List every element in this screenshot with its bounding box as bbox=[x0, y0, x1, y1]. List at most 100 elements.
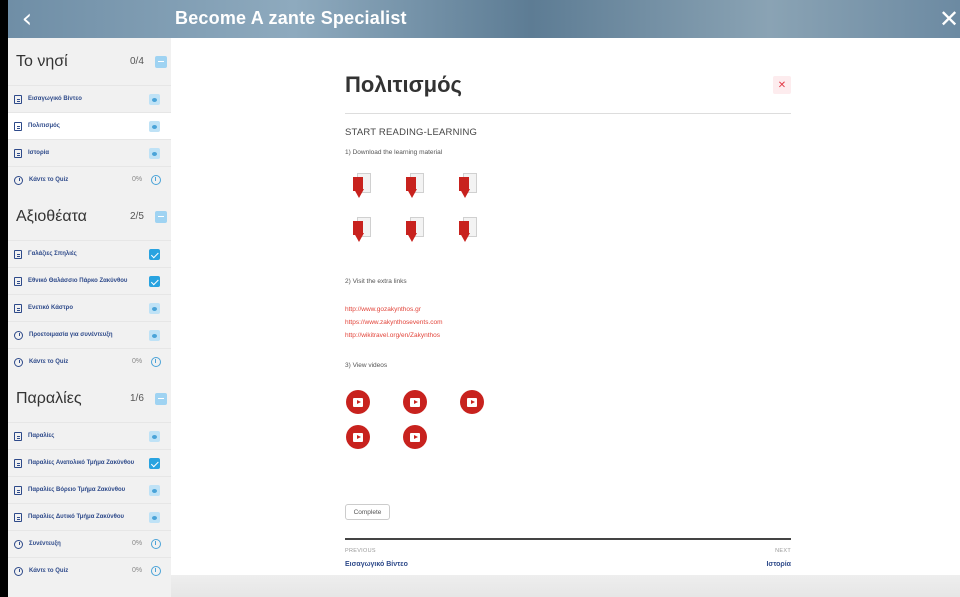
lesson-item[interactable]: Ιστορία bbox=[8, 139, 171, 166]
eye-icon bbox=[149, 148, 160, 159]
course-title: Become A zante Specialist bbox=[175, 8, 407, 28]
pdf-download-icon[interactable] bbox=[459, 217, 479, 245]
step-videos: 3) View videos bbox=[345, 362, 388, 369]
previous-caption: PREVIOUS bbox=[345, 548, 376, 554]
curriculum-sidebar: Το νησί 0/4 Εισαγωγικό Βίντεο Πολιτισμός Ιστ… bbox=[8, 38, 171, 597]
lesson-item[interactable]: Συνέντευξη 0% bbox=[8, 530, 171, 557]
lesson-item[interactable]: Πολιτισμός bbox=[8, 112, 171, 139]
pdf-download-icon[interactable] bbox=[353, 173, 373, 201]
divider bbox=[345, 113, 791, 114]
check-icon bbox=[149, 249, 160, 260]
document-icon bbox=[14, 249, 22, 259]
complete-button[interactable]: Complete bbox=[345, 504, 390, 520]
previous-lesson-link[interactable]: Εισαγωγικό Βίντεο bbox=[345, 561, 408, 568]
document-icon bbox=[14, 512, 22, 522]
nav-divider bbox=[345, 538, 791, 540]
document-icon bbox=[14, 276, 22, 286]
lesson-item[interactable]: Κάντε το Quiz 0% bbox=[8, 348, 171, 375]
pdf-download-icon[interactable] bbox=[459, 173, 479, 201]
lesson-label: Παραλίες Βόρειο Τμήμα Ζακύνθου bbox=[28, 487, 126, 493]
video-play-icon[interactable] bbox=[346, 390, 370, 414]
clock-icon bbox=[14, 175, 23, 185]
lesson-label: Συνέντευξη bbox=[29, 541, 61, 547]
clock-icon bbox=[151, 175, 161, 185]
lesson-label: Εισαγωγικό Βίντεο bbox=[28, 96, 82, 102]
lesson-label: Γαλάζιες Σπηλιές bbox=[28, 251, 77, 257]
lesson-label: Κάντε το Quiz bbox=[29, 568, 69, 574]
clock-icon bbox=[14, 330, 23, 340]
start-heading: START READING-LEARNING bbox=[345, 127, 478, 138]
collapse-icon[interactable] bbox=[155, 210, 167, 223]
lesson-label: Κάντε το Quiz bbox=[29, 177, 69, 183]
lesson-item[interactable]: Παραλίες Ανατολικό Τμήμα Ζακύνθου bbox=[8, 449, 171, 476]
check-icon bbox=[149, 276, 160, 287]
section-header[interactable]: Αξιοθέατα 2/5 bbox=[8, 193, 171, 240]
lesson-label: Παραλίες Ανατολικό Τμήμα Ζακύνθου bbox=[28, 460, 135, 466]
lesson-item[interactable]: Εισαγωγικό Βίντεο bbox=[8, 85, 171, 112]
check-icon bbox=[149, 458, 160, 469]
section-title: Το νησί bbox=[16, 52, 68, 70]
back-button[interactable]: ‹ bbox=[8, 0, 46, 38]
lesson-label: Παραλίες Δυτικό Τμήμα Ζακύνθου bbox=[28, 514, 124, 520]
eye-icon bbox=[149, 512, 160, 523]
step-download: 1) Download the learning material bbox=[345, 149, 443, 156]
section-progress: 1/6 bbox=[130, 393, 144, 404]
collapse-icon[interactable] bbox=[155, 55, 167, 68]
lesson-item[interactable]: Παραλίες Δυτικό Τμήμα Ζακύνθου bbox=[8, 503, 171, 530]
clock-icon bbox=[14, 539, 23, 549]
lesson-item[interactable]: Παραλίες bbox=[8, 422, 171, 449]
lesson-label: Ιστορία bbox=[28, 150, 50, 156]
extra-link[interactable]: http://www.gozakynthos.gr bbox=[345, 306, 421, 313]
collapse-icon[interactable] bbox=[155, 392, 167, 405]
lesson-label: Ενετικό Κάστρο bbox=[28, 305, 74, 311]
video-play-icon[interactable] bbox=[403, 390, 427, 414]
page-title: Πολιτισμός bbox=[345, 72, 462, 97]
lesson-panel: Πολιτισμός ✕ START READING-LEARNING 1) D… bbox=[171, 38, 960, 597]
section-progress: 2/5 bbox=[130, 211, 144, 222]
lesson-label: Πολιτισμός bbox=[28, 123, 60, 129]
pdf-download-icon[interactable] bbox=[353, 217, 373, 245]
top-bar: ‹ Become A zante Specialist ✕ bbox=[8, 0, 960, 38]
next-lesson-link[interactable]: Ιστορία bbox=[766, 561, 791, 568]
video-play-icon[interactable] bbox=[460, 390, 484, 414]
section-title: Παραλίες bbox=[16, 389, 82, 407]
lesson-item[interactable]: Προετοιμασία για συνέντευξη bbox=[8, 321, 171, 348]
clock-icon bbox=[151, 566, 161, 576]
pdf-download-icon[interactable] bbox=[406, 173, 426, 201]
eye-icon bbox=[149, 330, 160, 341]
pdf-download-icon[interactable] bbox=[406, 217, 426, 245]
section-progress: 0/4 bbox=[130, 56, 144, 67]
section-header[interactable]: Το νησί 0/4 bbox=[8, 38, 171, 85]
eye-icon bbox=[149, 431, 160, 442]
document-icon bbox=[14, 485, 22, 495]
section-title: Αξιοθέατα bbox=[16, 207, 87, 225]
lesson-item[interactable]: Εθνικό Θαλάσσιο Πάρκο Ζακύνθου bbox=[8, 267, 171, 294]
document-icon bbox=[14, 121, 22, 131]
lesson-item[interactable]: Παραλίες Βόρειο Τμήμα Ζακύνθου bbox=[8, 476, 171, 503]
video-play-icon[interactable] bbox=[403, 425, 427, 449]
lesson-label: Προετοιμασία για συνέντευξη bbox=[29, 332, 113, 338]
video-play-icon[interactable] bbox=[346, 425, 370, 449]
document-icon bbox=[14, 431, 22, 441]
quiz-progress: 0% bbox=[132, 176, 143, 183]
document-icon bbox=[14, 303, 22, 313]
lesson-item[interactable]: Γαλάζιες Σπηλιές bbox=[8, 240, 171, 267]
lesson-label: Παραλίες bbox=[28, 433, 55, 439]
eye-icon bbox=[149, 485, 160, 496]
quiz-progress: 0% bbox=[132, 358, 143, 365]
lesson-item[interactable]: Κάντε το Quiz 0% bbox=[8, 166, 171, 193]
quiz-progress: 0% bbox=[132, 567, 143, 574]
lesson-item[interactable]: Κάντε το Quiz 0% bbox=[8, 557, 171, 584]
section-header[interactable]: Παραλίες 1/6 bbox=[8, 375, 171, 422]
clock-icon bbox=[151, 357, 161, 367]
clock-icon bbox=[14, 566, 23, 576]
pdf-downloads bbox=[353, 173, 493, 253]
next-caption: NEXT bbox=[775, 548, 791, 554]
close-course-button[interactable]: ✕ bbox=[938, 0, 960, 38]
extra-link[interactable]: http://wikitravel.org/en/Zakynthos bbox=[345, 332, 440, 339]
extra-link[interactable]: https://www.zakynthosevents.com bbox=[345, 319, 443, 326]
lesson-item[interactable]: Ενετικό Κάστρο bbox=[8, 294, 171, 321]
lesson-label: Κάντε το Quiz bbox=[29, 359, 69, 365]
eye-icon bbox=[149, 303, 160, 314]
close-lesson-button[interactable]: ✕ bbox=[773, 76, 791, 94]
